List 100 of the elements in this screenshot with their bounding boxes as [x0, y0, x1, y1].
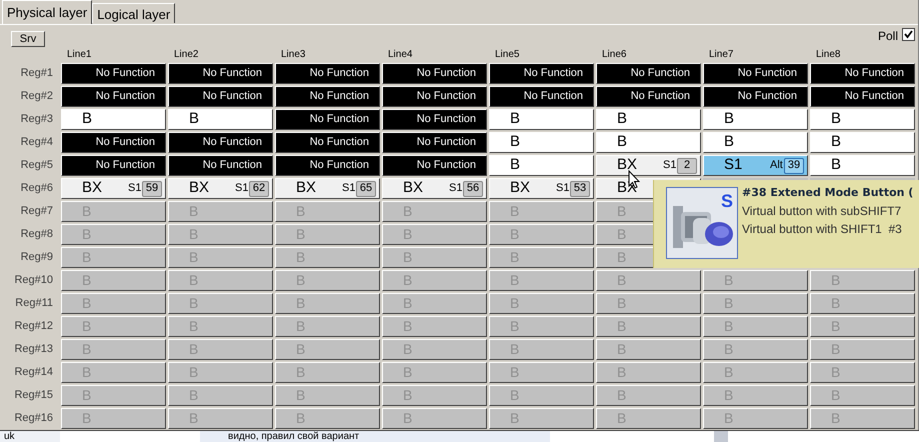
function-cell[interactable]: No Function: [382, 63, 487, 84]
srv-button[interactable]: Srv: [11, 31, 45, 47]
side-panel-text: uk: [4, 431, 15, 442]
badge-letter: S: [720, 191, 733, 211]
function-cell[interactable]: BX S1 59: [61, 178, 166, 199]
row-label: Reg#1: [20, 67, 53, 79]
row-label: Reg#16: [14, 412, 53, 424]
function-cell[interactable]: No Function: [382, 86, 487, 107]
function-cell[interactable]: No Function: [275, 63, 380, 84]
number-badge: 2: [677, 158, 697, 174]
number-badge: 62: [249, 180, 269, 196]
cell-label: BX: [82, 178, 104, 198]
row-label: Reg#10: [14, 274, 53, 286]
shift-label: S1: [663, 158, 677, 174]
row-label: Reg#8: [20, 228, 53, 240]
function-cell[interactable]: B: [489, 155, 594, 176]
row-label: Reg#7: [20, 205, 53, 217]
row-label: Reg#13: [14, 343, 53, 355]
tab[interactable]: Logical layer: [92, 3, 176, 23]
shift-label: S1: [556, 181, 570, 196]
cell-label: BX: [510, 178, 532, 198]
row-label: Reg#11: [15, 297, 53, 309]
function-cell[interactable]: B: [596, 109, 701, 130]
function-cell[interactable]: No Function: [382, 155, 487, 176]
row-label: Reg#6: [20, 182, 53, 194]
tab[interactable]: Physical layer: [2, 0, 92, 24]
number-badge: 39: [784, 158, 804, 174]
number-badge: 53: [570, 180, 590, 196]
function-cell[interactable]: BX S1 2: [596, 155, 701, 176]
function-cell[interactable]: No Function: [168, 86, 273, 107]
function-cell[interactable]: No Function: [275, 109, 380, 130]
function-cell[interactable]: B: [596, 132, 701, 153]
column-header: Line6: [602, 49, 626, 60]
function-cell[interactable]: BX S1 65: [275, 178, 380, 199]
function-cell[interactable]: No Function: [703, 86, 808, 107]
column-header: Line1: [67, 49, 92, 60]
function-cell[interactable]: BX S1 62: [168, 178, 273, 199]
cell-label: BX: [617, 155, 638, 176]
function-cell[interactable]: B: [810, 132, 915, 153]
shift-label: S1: [128, 181, 142, 196]
column-header: Line8: [816, 49, 840, 60]
function-cell[interactable]: No Function: [275, 86, 380, 107]
function-cell[interactable]: B: [489, 109, 594, 130]
shift-label: S1: [449, 181, 463, 196]
tooltip-title: #38 Extened Mode Button (: [742, 185, 914, 201]
row-label: Reg#4: [20, 136, 53, 148]
function-cell[interactable]: No Function: [382, 132, 487, 153]
function-cell[interactable]: No Function: [596, 63, 701, 84]
number-badge: 59: [142, 180, 162, 196]
shift-label: Alt: [770, 158, 784, 174]
row-label: Reg#15: [14, 389, 53, 401]
function-cell[interactable]: B: [810, 109, 915, 130]
column-header: Line3: [281, 49, 306, 60]
function-cell[interactable]: No Function: [61, 86, 166, 107]
number-badge: 65: [356, 180, 376, 196]
function-cell[interactable]: No Function: [168, 63, 273, 84]
function-cell[interactable]: No Function: [168, 155, 273, 176]
cell-label: BX: [189, 178, 210, 198]
function-cell[interactable]: B: [168, 109, 273, 130]
function-cell[interactable]: No Function: [703, 63, 808, 84]
function-cell[interactable]: No Function: [489, 86, 594, 107]
poll-checkbox[interactable]: [902, 28, 915, 41]
column-header: Line7: [709, 49, 734, 60]
function-cell[interactable]: B: [703, 132, 808, 153]
function-cell[interactable]: No Function: [275, 132, 380, 153]
column-header: Line2: [174, 49, 198, 60]
tooltip-line: Virtual button with subSHIFT7: [742, 203, 902, 220]
function-cell[interactable]: No Function: [61, 132, 166, 153]
column-header: Line4: [388, 49, 412, 60]
row-label: Reg#12: [14, 320, 53, 332]
poll-label: Poll: [878, 28, 898, 45]
cell-label: BX: [403, 178, 424, 198]
function-cell[interactable]: No Function: [810, 63, 915, 84]
function-cell[interactable]: No Function: [275, 155, 380, 176]
function-cell[interactable]: B: [61, 109, 166, 130]
function-cell[interactable]: No Function: [61, 63, 166, 84]
function-cell[interactable]: B: [703, 109, 808, 130]
function-cell[interactable]: S1 Alt 39: [703, 155, 808, 176]
row-label: Reg#9: [20, 251, 53, 263]
function-cell[interactable]: BX S1 56: [382, 178, 487, 199]
function-cell[interactable]: No Function: [382, 109, 487, 130]
function-cell[interactable]: No Function: [61, 155, 166, 176]
function-cell[interactable]: No Function: [810, 86, 915, 107]
row-label: Reg#2: [20, 90, 53, 102]
cell-label: S1: [724, 155, 744, 176]
row-label: Reg#3: [20, 113, 53, 125]
function-cell[interactable]: B: [489, 132, 594, 153]
row-label: Reg#14: [14, 366, 53, 378]
column-header: Line5: [495, 49, 520, 60]
function-cell[interactable]: B: [810, 155, 915, 176]
scrollbar[interactable]: [714, 431, 728, 442]
function-cell[interactable]: No Function: [168, 132, 273, 153]
row-label: Reg#5: [20, 159, 53, 171]
function-cell[interactable]: No Function: [489, 63, 594, 84]
shift-label: S1: [342, 181, 356, 196]
number-badge: 56: [463, 180, 483, 196]
function-cell[interactable]: No Function: [596, 86, 701, 107]
message-text: видно, правил свой вариант: [228, 431, 360, 442]
cell-label: BX: [296, 178, 318, 198]
function-cell[interactable]: BX S1 53: [489, 178, 594, 199]
